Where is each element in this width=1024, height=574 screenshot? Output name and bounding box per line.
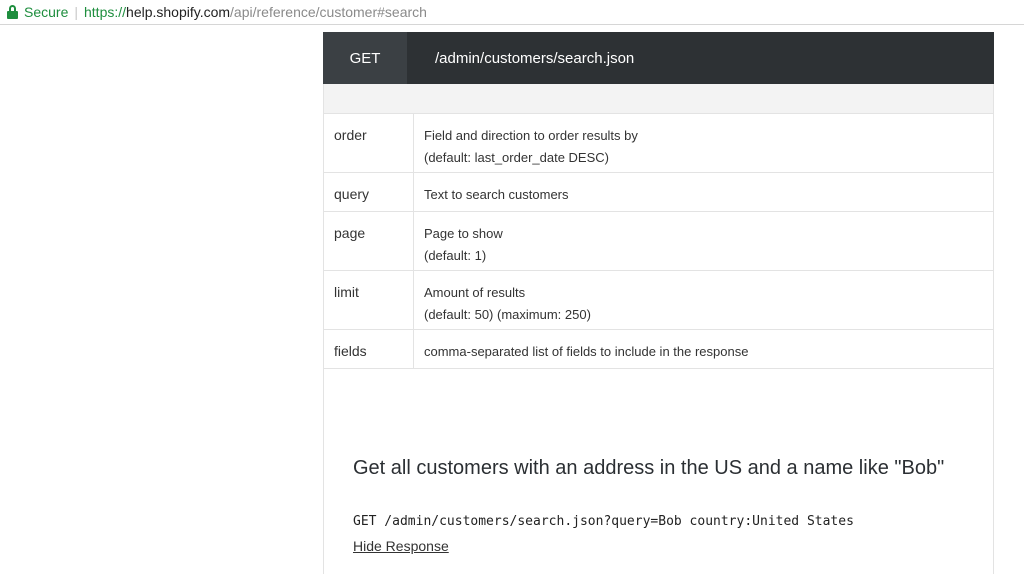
address-separator: |: [74, 4, 78, 20]
param-description-line: Text to search customers: [424, 187, 569, 202]
table-header: [324, 84, 993, 114]
http-method: GET: [323, 32, 407, 84]
param-name: query: [324, 173, 414, 211]
param-name: fields: [324, 330, 414, 368]
parameters-panel: order Field and direction to order resul…: [323, 84, 994, 574]
example-request: GET /admin/customers/search.json?query=B…: [353, 514, 854, 529]
table-row: fields comma-separated list of fields to…: [324, 330, 993, 369]
param-default: (default: last_order_date DESC): [424, 150, 609, 165]
param-description-line: Page to show: [424, 226, 503, 241]
table-row: query Text to search customers: [324, 173, 993, 212]
param-name: limit: [324, 271, 414, 329]
example-title: Get all customers with an address in the…: [353, 457, 945, 479]
param-name: page: [324, 212, 414, 270]
param-default: (default: 50) (maximum: 250): [424, 307, 591, 322]
param-description-line: Amount of results: [424, 285, 526, 300]
url-scheme: https://: [84, 4, 127, 20]
endpoint-path: /admin/customers/search.json: [435, 49, 635, 67]
param-default: (default: 1): [424, 248, 487, 263]
url-path: /api/reference/customer#search: [230, 4, 427, 20]
table-row: page Page to show (default: 1): [324, 212, 993, 271]
address-bar[interactable]: Secure | https:// help.shopify.com /api/…: [0, 0, 1024, 25]
param-description: Amount of results (default: 50) (maximum…: [414, 271, 993, 329]
param-name: order: [324, 114, 414, 172]
table-row: order Field and direction to order resul…: [324, 114, 993, 173]
param-description-line: Field and direction to order results by: [424, 128, 638, 143]
param-description: Text to search customers: [414, 173, 993, 211]
param-description: Field and direction to order results by …: [414, 114, 993, 172]
url-host: help.shopify.com: [126, 4, 231, 20]
param-description: Page to show (default: 1): [414, 212, 993, 270]
hide-response-link[interactable]: Hide Response: [353, 538, 449, 554]
endpoint-header: GET /admin/customers/search.json: [323, 32, 994, 84]
param-description-line: comma-separated list of fields to includ…: [424, 344, 749, 359]
lock-icon: [7, 5, 18, 19]
param-description: comma-separated list of fields to includ…: [414, 330, 993, 368]
secure-label: Secure: [24, 4, 69, 20]
table-row: limit Amount of results (default: 50) (m…: [324, 271, 993, 330]
